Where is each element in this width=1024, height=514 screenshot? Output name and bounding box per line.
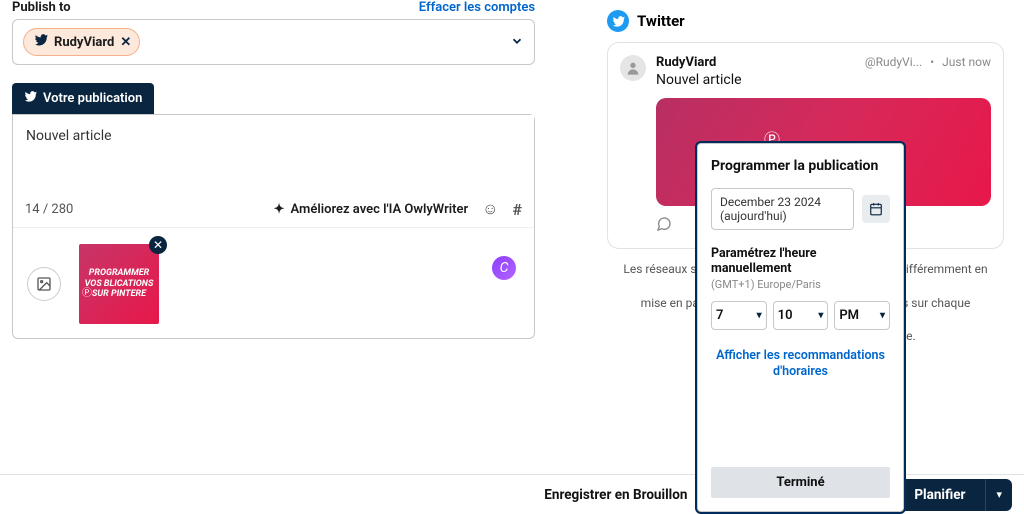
done-button[interactable]: Terminé — [711, 467, 890, 498]
owly-label: Améliorez avec l'IA OwlyWriter — [291, 202, 469, 217]
remove-attachment-icon[interactable]: ✕ — [149, 236, 167, 254]
separator: • — [930, 55, 934, 69]
clear-accounts-link[interactable]: Effacer les comptes — [419, 0, 535, 15]
pinterest-icon: Ⓟ — [82, 284, 92, 299]
owlywriter-button[interactable]: ✦ Améliorez avec l'IA OwlyWriter — [274, 202, 469, 217]
chevron-down-icon: ▾ — [880, 310, 885, 321]
emoji-icon[interactable]: ☺ — [482, 199, 498, 219]
sparkle-icon: ✦ — [274, 202, 285, 217]
canva-button[interactable]: C — [492, 256, 516, 280]
tab-label: Votre publication — [43, 91, 142, 106]
compose-textarea[interactable] — [13, 115, 534, 191]
schedule-more-button[interactable]: ▾ — [985, 479, 1012, 511]
account-name: RudyViard — [54, 35, 114, 50]
attached-image-thumb[interactable]: Ⓟ PROGRAMMER VOS BLICATIONS SUR PINTERE … — [79, 244, 159, 324]
remove-account-icon[interactable]: ✕ — [120, 35, 131, 50]
account-selector[interactable]: RudyViard ✕ — [12, 19, 535, 65]
chevron-down-icon: ▾ — [818, 310, 823, 321]
publication-tab[interactable]: Votre publication — [12, 83, 154, 114]
ampm-select[interactable]: PM▾ — [834, 301, 890, 330]
account-chip: RudyViard ✕ — [23, 28, 140, 56]
publish-to-label: Publish to — [12, 0, 71, 15]
tweet-timestamp: Just now — [942, 55, 991, 69]
tweet-author-name: RudyViard — [656, 55, 716, 70]
time-label: Paramétrez l'heure manuellement — [711, 246, 890, 276]
schedule-button[interactable]: Planifier — [894, 479, 985, 511]
tweet-body: Nouvel article — [656, 72, 991, 88]
twitter-icon — [34, 33, 48, 51]
avatar — [620, 55, 646, 81]
chevron-down-icon: ▾ — [757, 310, 762, 321]
twitter-icon — [24, 90, 37, 107]
reply-icon[interactable] — [656, 216, 672, 236]
preview-platform-title: Twitter — [637, 12, 685, 30]
save-draft-button[interactable]: Enregistrer en Brouillon — [544, 487, 687, 503]
show-recommendations-link[interactable]: Afficher les recommandations d'horaires — [711, 348, 890, 381]
scheduler-title: Programmer la publication — [711, 158, 890, 174]
tweet-handle: @RudyVi... — [865, 55, 922, 69]
minute-select[interactable]: 10▾ — [773, 301, 829, 330]
char-counter: 14 / 280 — [25, 202, 73, 217]
hour-select[interactable]: 7▾ — [711, 301, 767, 330]
twitter-icon — [607, 10, 629, 32]
chevron-down-icon[interactable] — [510, 33, 524, 52]
composer-box: 14 / 280 ✦ Améliorez avec l'IA OwlyWrite… — [12, 114, 535, 339]
calendar-icon[interactable] — [862, 195, 890, 223]
date-input[interactable]: December 23 2024 (aujourd'hui) — [711, 188, 854, 230]
add-media-button[interactable] — [27, 267, 61, 301]
timezone-label: (GMT+1) Europe/Paris — [711, 278, 890, 291]
hashtag-icon[interactable]: # — [513, 200, 522, 219]
schedule-popover: Programmer la publication December 23 20… — [697, 143, 904, 512]
